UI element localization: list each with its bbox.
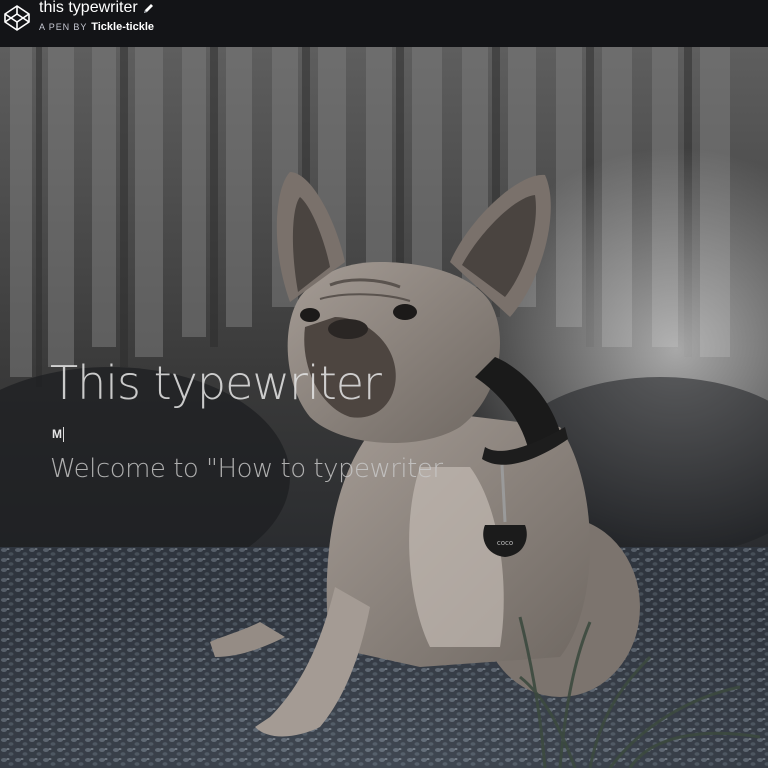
pen-title[interactable]: this typewriter	[39, 0, 138, 17]
svg-text:coco: coco	[497, 539, 513, 547]
typed-text: M	[52, 427, 62, 441]
codepen-header: this typewriter A PEN BY Tickle-tickle	[0, 0, 768, 47]
author-link[interactable]: Tickle-tickle	[91, 21, 154, 33]
pen-title-block: this typewriter A PEN BY Tickle-tickle	[39, 0, 155, 33]
text-caret	[63, 426, 64, 442]
byline-prefix: A PEN BY	[39, 22, 88, 32]
subtitle: Welcome to "How to typewriter	[50, 454, 443, 484]
pencil-icon[interactable]	[142, 2, 155, 15]
codepen-logo-icon[interactable]	[3, 4, 31, 32]
typewriter-line: M	[52, 426, 64, 442]
pen-byline: A PEN BY Tickle-tickle	[39, 21, 155, 33]
hero-title: This typewriter	[50, 356, 382, 410]
pen-preview: coco This typewriter M Welcome to "How t…	[0, 47, 768, 768]
